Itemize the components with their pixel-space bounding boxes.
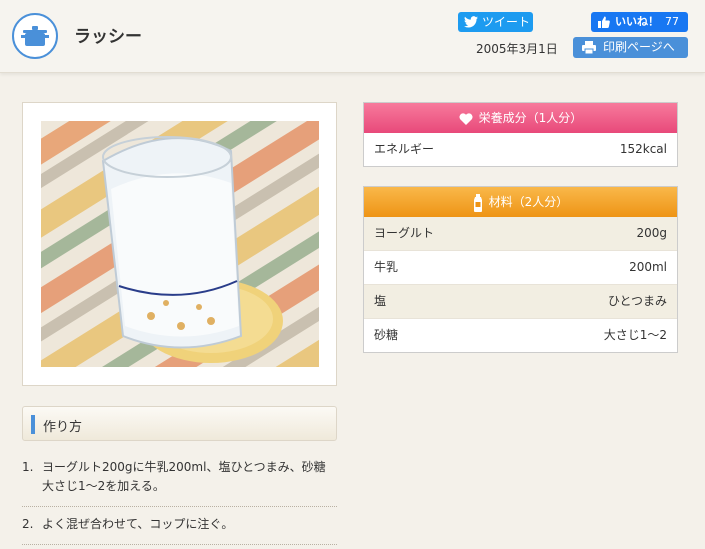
ingredient-name: 砂糖 bbox=[374, 328, 399, 342]
like-count: 77 bbox=[665, 15, 679, 28]
ingredient-row: 砂糖 大さじ1～2 bbox=[364, 318, 677, 352]
ingredient-name: 牛乳 bbox=[374, 260, 399, 274]
tweet-button[interactable]: ツイート bbox=[458, 12, 533, 32]
nutrition-label: エネルギー bbox=[374, 142, 435, 156]
thumbs-up-icon bbox=[598, 16, 610, 28]
method-steps: 1. ヨーグルト200gに牛乳200ml、塩ひとつまみ、砂糖大さじ1～2を加える… bbox=[22, 450, 337, 545]
step-text: よく混ぜ合わせて、コップに注ぐ。 bbox=[42, 517, 234, 531]
ingredient-row: 牛乳 200ml bbox=[364, 250, 677, 284]
tweet-label: ツイート bbox=[482, 15, 531, 29]
method-step: 1. ヨーグルト200gに牛乳200ml、塩ひとつまみ、砂糖大さじ1～2を加える… bbox=[22, 450, 337, 507]
ingredients-heading: 材料（2人分） bbox=[364, 187, 677, 217]
method-heading-text: 作り方 bbox=[43, 420, 83, 435]
method-heading: 作り方 bbox=[22, 406, 337, 441]
ingredient-name: 塩 bbox=[374, 294, 387, 308]
nutrition-row: エネルギー 152kcal bbox=[364, 133, 677, 166]
like-label: いいね！ bbox=[615, 15, 659, 28]
step-text: ヨーグルト200gに牛乳200ml、塩ひとつまみ、砂糖大さじ1～2を加える。 bbox=[42, 460, 326, 493]
printer-icon bbox=[582, 41, 596, 54]
recipe-photo-frame bbox=[22, 102, 337, 386]
ingredient-amount: 大さじ1～2 bbox=[603, 328, 667, 342]
twitter-bird-icon bbox=[464, 16, 478, 28]
nutrition-value: 152kcal bbox=[619, 142, 667, 156]
ingredients-panel: 材料（2人分） ヨーグルト 200g 牛乳 200ml 塩 ひとつまみ 砂糖 大… bbox=[363, 186, 678, 353]
page-header: ラッシー ツイート いいね！ 77 2005年3月1日 印刷ページへ bbox=[0, 0, 705, 73]
print-page-button[interactable]: 印刷ページへ bbox=[573, 37, 688, 58]
step-number: 1. bbox=[22, 460, 34, 474]
method-step: 2. よく混ぜ合わせて、コップに注ぐ。 bbox=[22, 507, 337, 545]
ingredient-amount: ひとつまみ bbox=[607, 294, 667, 308]
pot-icon bbox=[12, 13, 58, 59]
ingredient-amount: 200g bbox=[636, 226, 667, 240]
nutrition-panel: 栄養成分（1人分） エネルギー 152kcal bbox=[363, 102, 678, 167]
ingredient-row: ヨーグルト 200g bbox=[364, 217, 677, 250]
ingredient-amount: 200ml bbox=[629, 260, 667, 274]
step-number: 2. bbox=[22, 517, 34, 531]
print-label: 印刷ページへ bbox=[603, 40, 675, 54]
ingredient-row: 塩 ひとつまみ bbox=[364, 284, 677, 318]
nutrition-heading-text: 栄養成分（1人分） bbox=[478, 111, 583, 125]
bottle-icon bbox=[473, 193, 482, 212]
page-title: ラッシー bbox=[74, 27, 142, 47]
heading-accent-bar bbox=[31, 415, 35, 434]
heart-icon bbox=[459, 112, 473, 125]
like-button[interactable]: いいね！ 77 bbox=[591, 12, 688, 32]
recipe-photo bbox=[41, 121, 319, 367]
publish-date: 2005年3月1日 bbox=[476, 42, 558, 56]
ingredient-name: ヨーグルト bbox=[374, 226, 435, 240]
ingredients-heading-text: 材料（2人分） bbox=[488, 195, 569, 209]
nutrition-heading: 栄養成分（1人分） bbox=[364, 103, 677, 133]
